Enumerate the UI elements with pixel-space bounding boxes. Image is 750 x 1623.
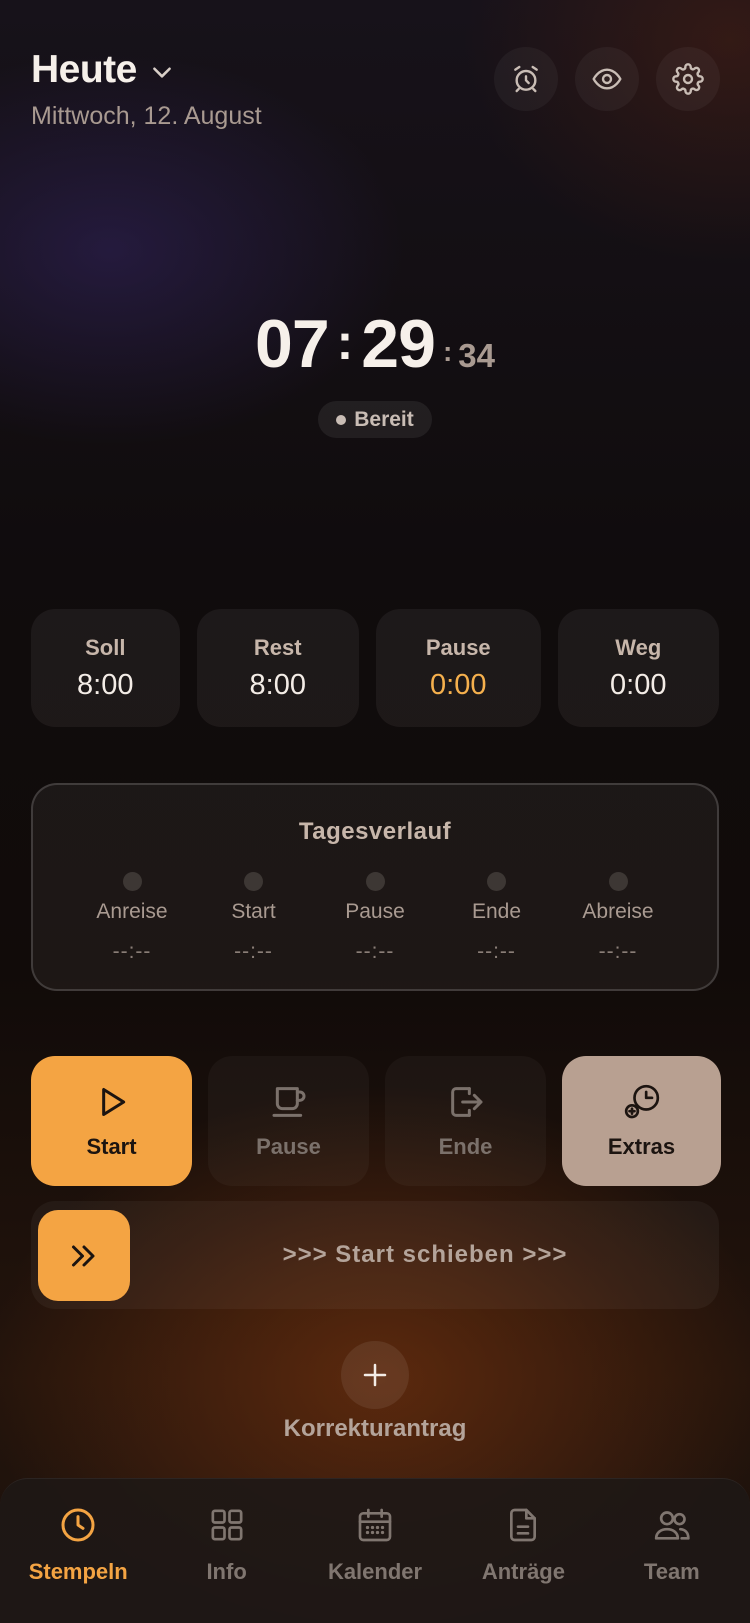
nav-item-team[interactable]: Team bbox=[598, 1479, 746, 1623]
pause-label: Pause bbox=[256, 1134, 321, 1159]
timeline-time: --:-- bbox=[477, 940, 516, 963]
timeline-label: Pause bbox=[345, 900, 405, 923]
nav-item-antraege[interactable]: Anträge bbox=[449, 1479, 597, 1623]
stat-rest: Rest 8:00 bbox=[196, 609, 360, 727]
slide-to-start[interactable]: >>> Start schieben >>> bbox=[31, 1201, 719, 1309]
bottom-nav: Stempeln Info Kalender Anträge Team bbox=[0, 1478, 750, 1623]
timeline-item-start: Start --:-- bbox=[194, 872, 314, 964]
timeline-dot bbox=[122, 872, 142, 891]
timeline-time: --:-- bbox=[355, 940, 395, 963]
clock-separator: : bbox=[336, 314, 354, 370]
end-label: Ende bbox=[438, 1134, 493, 1159]
stat-label: Weg bbox=[615, 634, 662, 660]
nav-label: Kalender bbox=[327, 1559, 423, 1584]
nav-item-stempeln[interactable]: Stempeln bbox=[4, 1479, 152, 1623]
timeline-dot bbox=[487, 872, 506, 891]
grid-icon bbox=[211, 1509, 243, 1541]
page-title: Heute bbox=[31, 48, 137, 91]
timeline-label: Abreise bbox=[582, 900, 654, 923]
pause-button[interactable]: Pause bbox=[208, 1056, 369, 1186]
timeline-time: --:-- bbox=[234, 940, 273, 963]
nav-item-info[interactable]: Info bbox=[152, 1479, 300, 1623]
timeline-dot bbox=[608, 872, 628, 891]
action-buttons: Start Pause Ende Extras bbox=[31, 1056, 721, 1186]
status-label: Bereit bbox=[354, 407, 414, 431]
eye-icon bbox=[592, 68, 622, 90]
logout-icon bbox=[450, 1087, 482, 1117]
header: Heute Mittwoch, 12. August bbox=[31, 48, 262, 131]
stat-label: Soll bbox=[85, 634, 126, 660]
timeline-label: Anreise bbox=[96, 900, 168, 923]
timeline-time: --:-- bbox=[598, 940, 638, 963]
visibility-button[interactable] bbox=[575, 47, 639, 111]
nav-label: Info bbox=[206, 1559, 247, 1584]
stat-value: 8:00 bbox=[249, 668, 306, 701]
correction-request-button[interactable] bbox=[341, 1341, 409, 1409]
timeline-item-anreise: Anreise --:-- bbox=[72, 872, 192, 964]
correction-request-label[interactable]: Korrekturantrag bbox=[0, 1415, 750, 1443]
timeline-dot bbox=[244, 872, 263, 891]
day-timeline: Tagesverlauf Anreise --:-- Start --:-- P… bbox=[31, 783, 719, 991]
timeline-item-pause: Pause --:-- bbox=[315, 872, 435, 964]
slider-label: >>> Start schieben >>> bbox=[282, 1241, 568, 1268]
clock-separator: : bbox=[442, 336, 453, 367]
stat-value: 8:00 bbox=[77, 668, 134, 701]
calendar-icon bbox=[358, 1508, 392, 1542]
play-icon bbox=[101, 1088, 125, 1116]
plus-icon bbox=[363, 1363, 387, 1387]
clock-seconds: 34 bbox=[458, 337, 495, 374]
stat-value: 0:00 bbox=[430, 668, 487, 701]
time-summary: Soll 8:00 Rest 8:00 Pause 0:00 Weg 0:00 bbox=[31, 609, 719, 727]
timeline-item-ende: Ende --:-- bbox=[437, 872, 557, 964]
stat-value: 0:00 bbox=[610, 668, 667, 701]
alarm-button[interactable] bbox=[494, 47, 558, 111]
stat-pause: Pause 0:00 bbox=[376, 609, 541, 727]
clock-hours: 07 bbox=[255, 306, 330, 382]
settings-button[interactable] bbox=[656, 47, 720, 111]
double-chevron-right-icon bbox=[72, 1245, 95, 1266]
header-actions bbox=[494, 47, 720, 111]
timeline-time: --:-- bbox=[112, 940, 152, 963]
start-button[interactable]: Start bbox=[31, 1056, 192, 1186]
extras-button[interactable]: Extras bbox=[562, 1056, 721, 1186]
stat-soll: Soll 8:00 bbox=[31, 609, 180, 727]
coffee-cup-icon bbox=[272, 1087, 305, 1117]
alarm-clock-icon bbox=[514, 65, 538, 93]
stat-weg: Weg 0:00 bbox=[557, 609, 719, 727]
chevron-down-icon bbox=[152, 67, 171, 78]
nav-item-kalender[interactable]: Kalender bbox=[301, 1479, 449, 1623]
clock-icon bbox=[61, 1508, 95, 1542]
day-selector[interactable]: Heute bbox=[31, 48, 262, 92]
timeline-row: Anreise --:-- Start --:-- Pause --:-- En… bbox=[33, 872, 717, 964]
status-dot bbox=[336, 414, 347, 425]
current-date: Mittwoch, 12. August bbox=[31, 102, 262, 130]
clock-minutes: 29 bbox=[361, 306, 436, 382]
nav-label: Stempeln bbox=[28, 1559, 128, 1584]
slider-handle[interactable] bbox=[38, 1210, 130, 1301]
timeline-label: Ende bbox=[471, 900, 522, 923]
gear-icon bbox=[672, 63, 704, 95]
start-label: Start bbox=[86, 1134, 137, 1159]
timeline-dot bbox=[365, 872, 385, 891]
timeline-item-abreise: Abreise --:-- bbox=[558, 872, 678, 964]
nav-label: Team bbox=[643, 1559, 700, 1584]
stat-label: Rest bbox=[253, 634, 302, 660]
team-icon bbox=[654, 1511, 690, 1540]
live-clock: 07 : 29 : 34 bbox=[0, 305, 750, 383]
end-button[interactable]: Ende bbox=[385, 1056, 546, 1186]
timeline-title: Tagesverlauf bbox=[298, 818, 452, 845]
nav-label: Anträge bbox=[481, 1559, 565, 1584]
document-icon bbox=[510, 1508, 537, 1542]
clock-plus-icon bbox=[624, 1084, 659, 1119]
timeline-label: Start bbox=[231, 900, 276, 923]
stat-label: Pause bbox=[425, 634, 491, 660]
status-badge: Bereit bbox=[318, 401, 432, 438]
extras-label: Extras bbox=[607, 1134, 676, 1159]
